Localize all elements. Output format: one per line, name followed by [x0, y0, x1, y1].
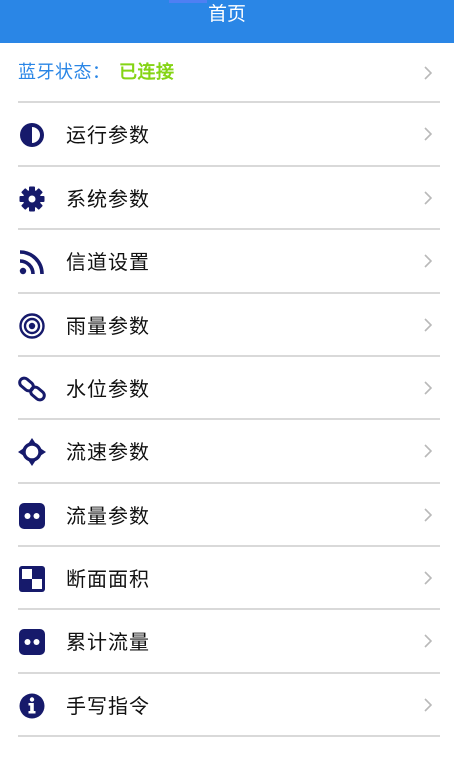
chevron-right-icon	[424, 318, 432, 332]
menu-item-label: 流量参数	[66, 504, 150, 528]
menu-item-label: 手写指令	[66, 694, 150, 718]
menu-item-handwritten-command[interactable]: 手写指令	[0, 674, 454, 736]
menu-item-label: 雨量参数	[66, 314, 150, 338]
chevron-right-icon	[424, 571, 432, 585]
chevron-right-icon	[424, 698, 432, 712]
menu-item-cumulative-flow[interactable]: 累计流量	[0, 610, 454, 672]
checker-square-icon	[18, 565, 46, 593]
chain-link-icon	[18, 375, 46, 403]
chevron-right-icon	[424, 634, 432, 648]
chevron-right-icon	[424, 66, 432, 80]
menu-item-label: 断面面积	[66, 567, 150, 591]
bluetooth-status-label: 蓝牙状态：	[18, 62, 111, 83]
info-icon	[18, 692, 46, 720]
rss-icon	[18, 248, 46, 276]
gear-icon	[18, 185, 46, 213]
twin-dots-icon	[18, 628, 46, 656]
chevron-right-icon	[424, 127, 432, 141]
menu-item-label: 信道设置	[66, 250, 150, 274]
chevron-right-icon	[424, 381, 432, 395]
bluetooth-status-row[interactable]: 蓝牙状态： 已连接	[0, 43, 454, 101]
menu-item-label: 流速参数	[66, 440, 150, 464]
menu-item-run-params[interactable]: 运行参数	[0, 103, 454, 165]
menu-item-label: 运行参数	[66, 123, 150, 147]
menu-item-rain-params[interactable]: 雨量参数	[0, 294, 454, 356]
chevron-right-icon	[424, 444, 432, 458]
menu-item-label: 水位参数	[66, 377, 150, 401]
target-icon	[18, 312, 46, 340]
menu-item-label: 累计流量	[66, 630, 150, 654]
menu-item-water-level-params[interactable]: 水位参数	[0, 357, 454, 419]
page-title: 首页	[207, 3, 246, 25]
chevron-right-icon	[424, 191, 432, 205]
menu-item-label: 系统参数	[66, 187, 150, 211]
menu-item-flow-params[interactable]: 流量参数	[0, 484, 454, 546]
menu-item-system-params[interactable]: 系统参数	[0, 167, 454, 229]
crosshair-icon	[18, 438, 46, 466]
menu-item-channel-settings[interactable]: 信道设置	[0, 230, 454, 292]
chevron-right-icon	[424, 508, 432, 522]
half-circle-icon	[18, 121, 46, 149]
twin-dots-icon	[18, 502, 46, 530]
menu-item-flow-speed-params[interactable]: 流速参数	[0, 420, 454, 482]
app-header: 首页	[0, 0, 454, 43]
bluetooth-status-value: 已连接	[119, 62, 175, 83]
divider	[18, 735, 440, 737]
chevron-right-icon	[424, 254, 432, 268]
menu-item-section-area[interactable]: 断面面积	[0, 547, 454, 609]
